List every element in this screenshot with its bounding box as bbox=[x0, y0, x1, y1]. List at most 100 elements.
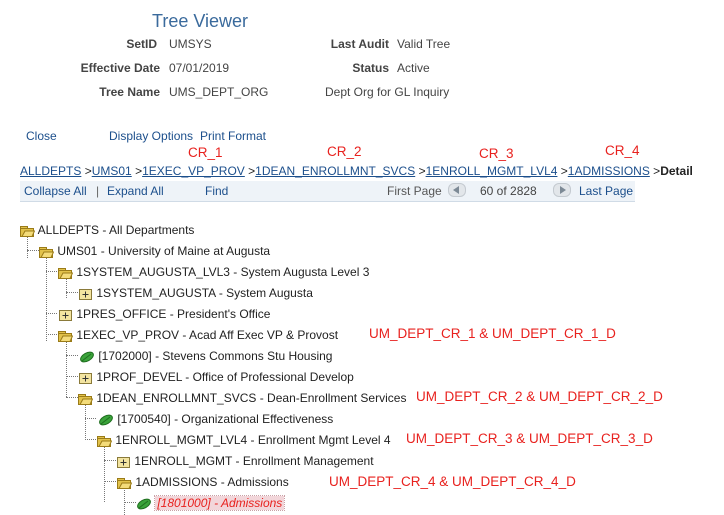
breadcrumb-1admissions[interactable]: 1ADMISSIONS bbox=[568, 164, 650, 178]
breadcrumb-alldepts[interactable]: ALLDEPTS bbox=[20, 164, 81, 178]
effective-date-value: 07/01/2019 bbox=[169, 61, 230, 75]
effective-date-label: Effective Date bbox=[80, 61, 160, 75]
open-folder-icon bbox=[78, 393, 93, 405]
leaf-icon bbox=[80, 351, 94, 363]
cr-1-annotation: UM_DEPT_CR_1 & UM_DEPT_CR_1_D bbox=[369, 326, 616, 341]
tree-node-1enroll-mgmt-lvl4[interactable]: 1ENROLL_MGMT_LVL4 - Enrollment Mgmt Leve… bbox=[97, 433, 391, 447]
tree-node-1enroll-mgmt[interactable]: 1ENROLL_MGMT - Enrollment Management bbox=[117, 454, 374, 468]
tree-connector bbox=[85, 404, 86, 438]
tree-node-label: [1700540] - Organizational Effectiveness bbox=[117, 412, 334, 426]
breadcrumb-separator: > bbox=[560, 164, 568, 178]
print-format-link[interactable]: Print Format bbox=[200, 129, 266, 143]
previous-page-button[interactable] bbox=[448, 182, 466, 197]
open-folder-icon bbox=[39, 246, 54, 258]
tree-connector bbox=[104, 460, 116, 461]
tree-connector bbox=[46, 334, 57, 335]
first-page-label: First Page bbox=[387, 184, 442, 198]
last-audit-label: Last Audit bbox=[330, 37, 389, 51]
last-audit-value: Valid Tree bbox=[397, 37, 451, 51]
tree-connector bbox=[85, 439, 96, 440]
breadcrumb-current: Detail bbox=[660, 164, 693, 178]
breadcrumb: ALLDEPTS >UMS01 >1EXEC_VP_PROV >1DEAN_EN… bbox=[20, 164, 693, 178]
tree-node-1dean-enrollmnt-svcs[interactable]: 1DEAN_ENROLLMNT_SVCS - Dean-Enrollment S… bbox=[78, 391, 406, 405]
tree-node-label: 1DEAN_ENROLLMNT_SVCS - Dean-Enrollment S… bbox=[96, 391, 407, 405]
leaf-icon bbox=[99, 414, 113, 426]
tree-connector bbox=[46, 257, 47, 341]
tree-description: Dept Org for GL Inquiry bbox=[325, 85, 450, 99]
cr-4-label: CR_4 bbox=[605, 143, 640, 158]
tree-node-1system-augusta-lvl3[interactable]: 1SYSTEM_AUGUSTA_LVL3 - System Augusta Le… bbox=[58, 265, 369, 279]
cr-4-annotation: UM_DEPT_CR_4 & UM_DEPT_CR_4_D bbox=[329, 474, 576, 489]
status-label: Status bbox=[352, 61, 389, 75]
tree-node-1700540[interactable]: [1700540] - Organizational Effectiveness bbox=[98, 412, 333, 426]
tree-connector bbox=[66, 292, 78, 293]
tree-node-label: 1SYSTEM_AUGUSTA - System Augusta bbox=[96, 286, 313, 300]
tree-node-label: 1ENROLL_MGMT - Enrollment Management bbox=[134, 454, 374, 468]
open-folder-icon bbox=[58, 267, 73, 279]
expand-folder-icon[interactable] bbox=[79, 372, 93, 384]
expand-all-link[interactable]: Expand All bbox=[107, 184, 164, 198]
tree-node-1system-augusta[interactable]: 1SYSTEM_AUGUSTA - System Augusta bbox=[79, 286, 313, 300]
tree-node-label: 1ADMISSIONS - Admissions bbox=[135, 475, 289, 489]
tree-node-1pres-office[interactable]: 1PRES_OFFICE - President's Office bbox=[59, 307, 270, 321]
tree-node-1801000-selected[interactable]: [1801000] - Admissions bbox=[136, 495, 286, 511]
tree-connector bbox=[66, 355, 78, 356]
tree-name-label: Tree Name bbox=[99, 85, 160, 99]
tree-connector bbox=[27, 236, 28, 258]
open-folder-icon bbox=[97, 435, 112, 447]
expand-folder-icon[interactable] bbox=[59, 309, 73, 321]
tree-node-label: 1PROF_DEVEL - Office of Professional Dev… bbox=[96, 370, 354, 384]
tree-node-label: [1702000] - Stevens Commons Stu Housing bbox=[98, 349, 333, 363]
tree-node-label: [1801000] - Admissions bbox=[154, 495, 286, 511]
tree-connector bbox=[66, 397, 78, 398]
tree-node-1702000[interactable]: [1702000] - Stevens Commons Stu Housing bbox=[79, 349, 332, 363]
previous-arrow-icon bbox=[448, 182, 466, 197]
tree-node-label: 1ENROLL_MGMT_LVL4 - Enrollment Mgmt Leve… bbox=[115, 433, 391, 447]
cr-2-annotation: UM_DEPT_CR_2 & UM_DEPT_CR_2_D bbox=[416, 389, 663, 404]
tree-connector bbox=[85, 418, 96, 419]
tree-node-1exec-vp-prov[interactable]: 1EXEC_VP_PROV - Acad Aff Exec VP & Provo… bbox=[58, 328, 338, 342]
tree-node-ums01[interactable]: UMS01 - University of Maine at Augusta bbox=[39, 244, 270, 258]
collapse-all-link[interactable]: Collapse All bbox=[24, 184, 87, 198]
tree-node-1admissions[interactable]: 1ADMISSIONS - Admissions bbox=[117, 475, 289, 489]
status-value: Active bbox=[397, 61, 430, 75]
leaf-icon bbox=[137, 498, 151, 510]
page-info: 60 of 2828 bbox=[480, 184, 537, 198]
tree-connector bbox=[27, 250, 39, 251]
breadcrumb-separator: > bbox=[84, 164, 92, 178]
tree-node-label: 1SYSTEM_AUGUSTA_LVL3 - System Augusta Le… bbox=[76, 265, 370, 279]
breadcrumb-separator: > bbox=[418, 164, 426, 178]
tree-node-label: 1EXEC_VP_PROV - Acad Aff Exec VP & Provo… bbox=[76, 328, 339, 342]
display-options-link[interactable]: Display Options bbox=[109, 129, 193, 143]
breadcrumb-1exec-vp-prov[interactable]: 1EXEC_VP_PROV bbox=[142, 164, 245, 178]
next-arrow-icon bbox=[553, 182, 571, 197]
setid-value: UMSYS bbox=[169, 37, 212, 51]
setid-label: SetID bbox=[126, 37, 157, 51]
breadcrumb-1enroll-mgmt-lvl4[interactable]: 1ENROLL_MGMT_LVL4 bbox=[426, 164, 558, 178]
tree-node-label: UMS01 - University of Maine at Augusta bbox=[57, 244, 271, 258]
tree-node-alldepts[interactable]: ALLDEPTS - All Departments bbox=[20, 223, 194, 237]
tree-node-label: ALLDEPTS - All Departments bbox=[37, 223, 195, 237]
last-page-link[interactable]: Last Page bbox=[579, 184, 633, 198]
tree-connector bbox=[66, 341, 67, 397]
expand-folder-icon[interactable] bbox=[117, 456, 131, 468]
open-folder-icon bbox=[20, 225, 35, 237]
breadcrumb-ums01[interactable]: UMS01 bbox=[92, 164, 132, 178]
breadcrumb-1dean-enrollmnt-svcs[interactable]: 1DEAN_ENROLLMNT_SVCS bbox=[255, 164, 415, 178]
expand-folder-icon[interactable] bbox=[79, 288, 93, 300]
cr-3-label: CR_3 bbox=[479, 146, 514, 161]
next-page-button[interactable] bbox=[553, 182, 571, 197]
open-folder-icon bbox=[117, 477, 132, 489]
tree-connector bbox=[104, 446, 105, 502]
close-link[interactable]: Close bbox=[26, 129, 57, 143]
tree-connector bbox=[46, 271, 57, 272]
tree-connector bbox=[46, 313, 57, 314]
tree-connector bbox=[66, 278, 67, 298]
tree-connector bbox=[66, 376, 78, 377]
find-link[interactable]: Find bbox=[205, 184, 228, 198]
cr-1-label: CR_1 bbox=[188, 145, 223, 160]
toolbar-separator: | bbox=[96, 184, 100, 198]
tree-node-1prof-devel[interactable]: 1PROF_DEVEL - Office of Professional Dev… bbox=[79, 370, 354, 384]
cr-2-label: CR_2 bbox=[327, 144, 362, 159]
tree-name-value: UMS_DEPT_ORG bbox=[169, 85, 269, 99]
